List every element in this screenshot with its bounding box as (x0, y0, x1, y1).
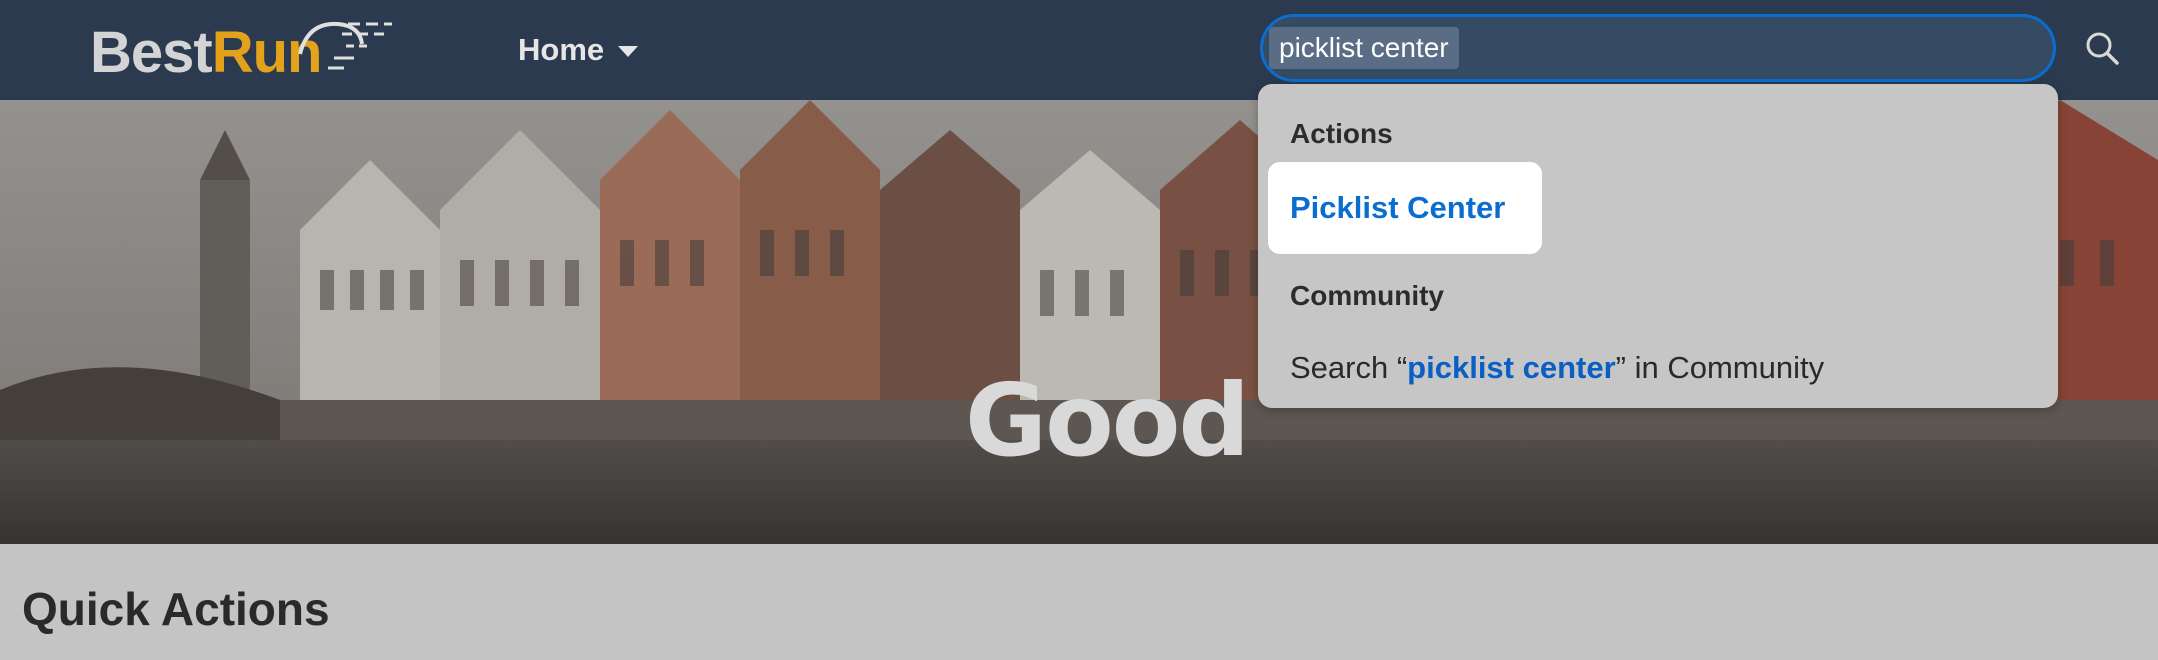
home-menu-label: Home (518, 32, 605, 67)
logo-cloud-icon (298, 21, 392, 70)
logo-wordmark: BestRun (90, 24, 322, 82)
greeting-heading: Good (965, 362, 1250, 479)
community-search-term: picklist center (1407, 350, 1616, 385)
community-suffix: ” in Community (1615, 350, 1825, 385)
search-input-value: picklist center (1269, 27, 1459, 69)
community-prefix: Search “ (1290, 350, 1408, 385)
search-suggestions-popover: Actions Picklist Center Community Search… (1258, 84, 2058, 408)
caret-down-icon (618, 45, 639, 57)
quick-actions-title: Quick Actions (22, 583, 330, 635)
search-input[interactable]: picklist center (1260, 14, 2056, 82)
logo-text-best: Best (90, 20, 213, 85)
search-icon[interactable] (2082, 28, 2122, 68)
home-menu-button[interactable]: Home (518, 26, 639, 74)
community-group-header: Community (1290, 280, 1444, 311)
suggestion-picklist-center[interactable]: Picklist Center (1268, 162, 1542, 254)
suggestion-search-community[interactable]: Search “picklist center” in Community (1290, 350, 1824, 386)
suggestion-label: Picklist Center (1290, 190, 1506, 225)
actions-group-header: Actions (1290, 118, 1393, 149)
bestrun-logo[interactable]: BestRun (90, 14, 410, 84)
